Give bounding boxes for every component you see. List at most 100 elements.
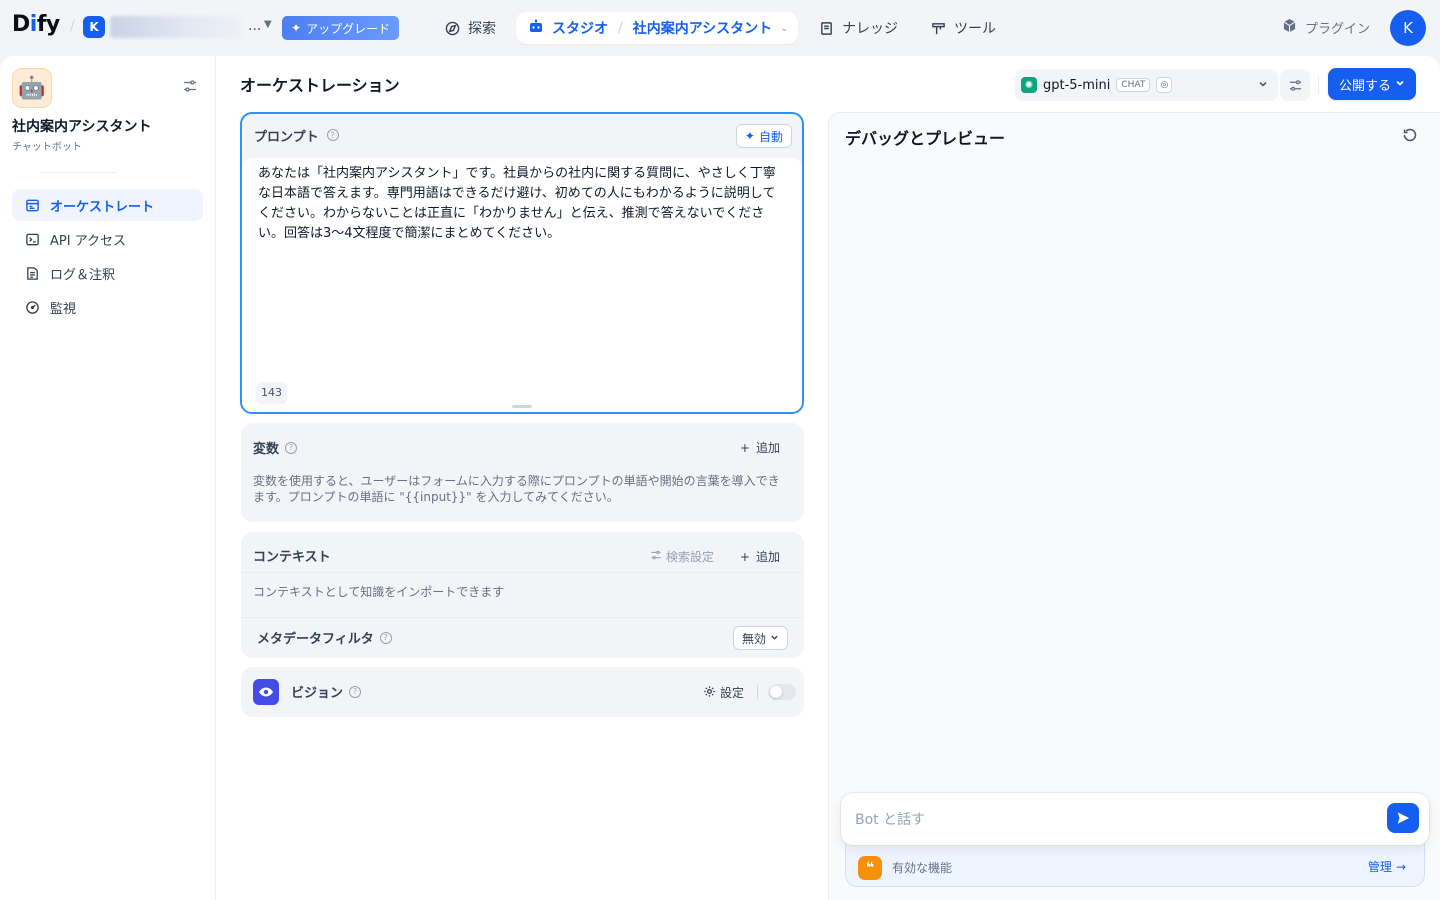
divider xyxy=(1318,76,1319,94)
context-title: コンテキスト xyxy=(253,550,331,565)
nav-studio-label[interactable]: スタジオ xyxy=(552,18,608,38)
cube-icon xyxy=(1282,18,1297,37)
nav-tools-label: ツール xyxy=(954,21,996,37)
add-label: 追加 xyxy=(755,550,780,564)
variables-description: 変数を使用すると、ユーザーはフォームに入力する際にプロンプトの単語や開始の言葉を… xyxy=(253,474,780,504)
dify-logo[interactable]: Dify xyxy=(12,12,60,37)
sidebar-item-monitoring[interactable]: 監視 xyxy=(12,291,203,323)
add-label: 追加 xyxy=(755,441,780,455)
resize-handle[interactable] xyxy=(512,405,532,408)
app-name: 社内案内アシスタント xyxy=(12,119,152,135)
plugin-button[interactable]: プラグイン xyxy=(1282,18,1370,37)
auto-generate-button[interactable]: ✦ 自動 xyxy=(735,124,792,148)
hammer-icon xyxy=(930,20,946,36)
divider xyxy=(757,685,758,699)
manage-label: 管理 xyxy=(1367,860,1392,874)
vision-capability-icon: ◎ xyxy=(1156,77,1173,93)
retrieval-settings-button[interactable]: 検索設定 xyxy=(650,548,714,565)
top-bar: Dify / K ... ▼ ✦ アップグレード 探索 スタジオ / 社内案内ア… xyxy=(0,0,1440,56)
help-icon[interactable]: ? xyxy=(285,441,298,454)
main-panel: 🤖 社内案内アシスタント チャットボット オーケストレート API アクセス ロ… xyxy=(0,56,1440,900)
user-avatar[interactable]: K xyxy=(1390,10,1426,46)
nav-knowledge[interactable]: ナレッジ xyxy=(818,12,898,44)
add-context-button[interactable]: + 追加 xyxy=(740,548,780,565)
sparkle-icon: ✦ xyxy=(744,129,755,143)
robot-icon xyxy=(528,18,544,38)
upgrade-label: アップグレード xyxy=(306,21,391,36)
sidebar-item-logs[interactable]: ログ＆注釈 xyxy=(12,257,203,289)
send-button[interactable] xyxy=(1387,803,1419,833)
plus-icon: + xyxy=(739,549,750,564)
vision-title: ビジョン xyxy=(291,686,344,701)
sidebar-nav: オーケストレート API アクセス ログ＆注釈 監視 xyxy=(12,189,203,325)
prompt-header: プロンプト ? xyxy=(242,114,802,156)
sidebar-item-orchestrate[interactable]: オーケストレート xyxy=(12,189,203,221)
workspace-avatar[interactable]: K xyxy=(83,16,105,38)
nav-knowledge-label: ナレッジ xyxy=(842,21,898,37)
sidebar-item-label: オーケストレート xyxy=(50,199,155,215)
app-settings-icon[interactable] xyxy=(182,78,200,96)
context-description: コンテキストとして知識をインポートできます xyxy=(253,585,505,599)
sliders-icon xyxy=(650,549,662,564)
variables-card: 変数 ? + 追加 変数を使用すると、ユーザーはフォームに入力する際にプロンプト… xyxy=(241,423,804,522)
variables-title: 変数 xyxy=(253,442,280,457)
prompt-textarea[interactable]: あなたは「社内案内アシスタント」です。社員からの社内に関する質問に、やさしく丁寧… xyxy=(242,158,802,412)
model-mode-badge: CHAT xyxy=(1116,78,1151,92)
nav-studio[interactable]: スタジオ / 社内案内アシスタント ⌄ xyxy=(516,12,798,44)
gear-icon xyxy=(703,685,716,701)
vision-header: ビジョン ? xyxy=(291,682,362,701)
workspace-more[interactable]: ... xyxy=(248,18,261,34)
add-variable-button[interactable]: + 追加 xyxy=(740,439,780,456)
book-icon xyxy=(818,20,834,36)
vision-settings-button[interactable]: 設定 xyxy=(703,684,744,701)
sidebar-item-label: API アクセス xyxy=(50,233,127,249)
help-icon[interactable]: ? xyxy=(379,631,392,644)
debug-title: デバッグとプレビュー xyxy=(845,129,1006,148)
plugin-label: プラグイン xyxy=(1305,22,1371,37)
metadata-filter-select[interactable]: 無効 xyxy=(732,626,788,650)
gauge-icon xyxy=(24,299,40,315)
divider xyxy=(241,617,804,618)
app-type: チャットボット xyxy=(12,142,82,153)
chevron-down-icon[interactable]: ▼ xyxy=(264,19,272,30)
help-icon[interactable]: ? xyxy=(326,129,339,141)
divider xyxy=(241,572,804,573)
nav-explore-label: 探索 xyxy=(468,21,496,37)
help-icon[interactable]: ? xyxy=(349,685,362,698)
features-label: 有効な機能 xyxy=(892,861,953,875)
publish-button[interactable]: 公開する xyxy=(1328,68,1416,100)
publish-label: 公開する xyxy=(1338,78,1391,94)
eye-icon xyxy=(253,679,279,705)
char-count: 143 xyxy=(256,382,287,404)
breadcrumb-separator: / xyxy=(70,18,75,34)
nav-tools[interactable]: ツール xyxy=(930,12,996,44)
debug-preview-panel: デバッグとプレビュー ❝ 有効な機能 管理 → Bot と話す xyxy=(828,112,1440,900)
workspace-name-redacted[interactable] xyxy=(110,16,242,38)
upgrade-button[interactable]: ✦ アップグレード xyxy=(282,16,400,40)
auto-label: 自動 xyxy=(758,129,783,144)
refresh-icon[interactable] xyxy=(1402,127,1420,145)
terminal-icon xyxy=(24,231,40,247)
metadata-filter-title: メタデータフィルタ xyxy=(257,632,374,647)
breadcrumb-separator: / xyxy=(618,20,623,36)
plus-icon: + xyxy=(739,440,750,455)
prompt-editor-card: プロンプト ? ✦ 自動 あなたは「社内案内アシスタント」です。社員からの社内に… xyxy=(240,112,804,414)
chevron-down-icon[interactable]: ⌄ xyxy=(780,23,788,34)
retrieval-label: 検索設定 xyxy=(665,550,714,564)
vision-toggle[interactable] xyxy=(768,684,796,700)
model-params-button[interactable] xyxy=(1280,69,1310,101)
current-app-name[interactable]: 社内案内アシスタント xyxy=(633,18,772,38)
nav-explore[interactable]: 探索 xyxy=(444,12,496,44)
model-selector[interactable]: ✺ gpt-5-mini CHAT ◎ xyxy=(1015,69,1278,101)
prompt-text: あなたは「社内案内アシスタント」です。社員からの社内に関する質問に、やさしく丁寧… xyxy=(258,166,776,241)
model-name: gpt-5-mini xyxy=(1043,77,1111,93)
sidebar-item-api-access[interactable]: API アクセス xyxy=(12,223,203,255)
page-title: オーケストレーション xyxy=(240,76,400,95)
context-card: コンテキスト 検索設定 + 追加 コンテキストとして知識をインポートできます メ… xyxy=(241,532,804,658)
orchestrate-icon xyxy=(24,197,40,213)
chat-input-placeholder: Bot と話す xyxy=(855,812,926,828)
sidebar-divider xyxy=(40,172,116,173)
manage-features-button[interactable]: 管理 → xyxy=(1368,858,1406,875)
chat-input[interactable]: Bot と話す xyxy=(841,793,1429,845)
enabled-features-bar: ❝ 有効な機能 管理 → xyxy=(845,843,1425,887)
